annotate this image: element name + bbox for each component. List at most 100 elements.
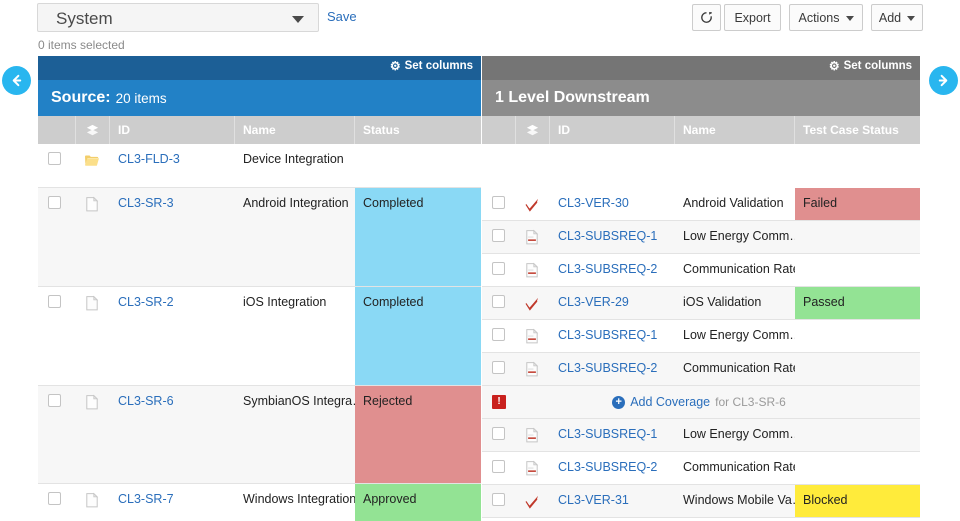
row-checkbox-cell[interactable]: [38, 287, 76, 385]
source-col-type[interactable]: [76, 116, 110, 144]
row-id-link[interactable]: CL3-SUBSREQ-2: [558, 460, 657, 474]
table-row[interactable]: CL3-SUBSREQ-1Low Energy Comm…: [482, 419, 920, 452]
row-checkbox[interactable]: [492, 460, 505, 473]
actions-button[interactable]: Actions: [789, 4, 863, 31]
row-id-link[interactable]: CL3-VER-29: [558, 295, 629, 309]
row-name-cell: Windows Mobile Va…: [675, 485, 795, 517]
plus-circle-icon[interactable]: +: [612, 396, 625, 409]
row-id-link[interactable]: CL3-VER-30: [558, 196, 629, 210]
source-col-status[interactable]: Status: [355, 116, 481, 144]
row-checkbox-cell[interactable]: [482, 419, 516, 451]
downstream-panel-title: 1 Level Downstream: [482, 80, 920, 116]
row-id-link[interactable]: CL3-SR-7: [118, 492, 174, 506]
table-row[interactable]: CL3-SUBSREQ-2Communication Rate: [482, 254, 920, 287]
row-checkbox[interactable]: [492, 361, 505, 374]
row-checkbox[interactable]: [48, 492, 61, 505]
row-checkbox-cell[interactable]: [482, 287, 516, 319]
row-checkbox-cell[interactable]: [482, 485, 516, 517]
export-button[interactable]: Export: [724, 4, 781, 31]
table-row[interactable]: CL3-VER-30Android ValidationFailed: [482, 188, 920, 221]
downstream-col-name[interactable]: Name: [675, 116, 795, 144]
refresh-button[interactable]: [692, 4, 721, 31]
table-row[interactable]: CL3-FLD-3Device Integration: [38, 144, 481, 188]
table-row[interactable]: CL3-SUBSREQ-2Communication Rate: [482, 353, 920, 386]
table-row[interactable]: CL3-SUBSREQ-1 Low Energy Comm…: [482, 320, 920, 353]
row-name-cell: Low Energy Comm…: [675, 320, 795, 352]
row-checkbox[interactable]: [48, 394, 61, 407]
add-coverage-link[interactable]: Add Coverage: [630, 395, 710, 409]
row-checkbox[interactable]: [492, 493, 505, 506]
row-type-cell: [76, 287, 110, 385]
row-checkbox[interactable]: [492, 295, 505, 308]
row-id-link[interactable]: CL3-VER-31: [558, 493, 629, 507]
set-columns-button-source[interactable]: ⚙ Set columns: [390, 60, 473, 72]
row-id-link[interactable]: CL3-SUBSREQ-2: [558, 262, 657, 276]
row-checkbox[interactable]: [48, 152, 61, 165]
add-button[interactable]: Add: [871, 4, 923, 31]
row-checkbox-cell[interactable]: [482, 221, 516, 253]
row-id-link[interactable]: CL3-SUBSREQ-1: [558, 328, 657, 342]
downstream-col-type[interactable]: [516, 116, 550, 144]
layers-icon: [525, 123, 540, 138]
filter-select[interactable]: System: [37, 3, 319, 32]
row-checkbox-cell[interactable]: [482, 320, 516, 352]
row-checkbox-cell[interactable]: [482, 188, 516, 220]
downstream-col-id[interactable]: ID: [550, 116, 675, 144]
row-checkbox-cell[interactable]: [38, 144, 76, 187]
table-row[interactable]: CL3-VER-31Windows Mobile Va…Blocked: [482, 485, 920, 518]
set-columns-label: Set columns: [405, 60, 473, 72]
table-row[interactable]: CL3-SR-2iOS IntegrationCompleted: [38, 287, 481, 386]
add-coverage-row[interactable]: !+Add Coveragefor CL3-SR-6: [482, 386, 920, 419]
source-col-id[interactable]: ID: [110, 116, 235, 144]
items-selected-status: 0 items selected: [38, 38, 125, 52]
row-checkbox-cell[interactable]: [38, 188, 76, 286]
row-id-link[interactable]: CL3-SR-6: [118, 394, 174, 408]
table-row[interactable]: CL3-SUBSREQ-2Communication Rate: [482, 452, 920, 485]
red-check-icon: [524, 493, 540, 510]
row-id-link[interactable]: CL3-SR-3: [118, 196, 174, 210]
table-row[interactable]: CL3-VER-29iOS ValidationPassed: [482, 287, 920, 320]
row-checkbox[interactable]: [492, 262, 505, 275]
row-type-cell: [516, 188, 550, 220]
row-id-cell: CL3-SUBSREQ-2: [550, 452, 675, 484]
row-checkbox-cell[interactable]: [38, 484, 76, 521]
table-row[interactable]: CL3-SUBSREQ-1 Low Energy Comm…: [482, 221, 920, 254]
source-col-name[interactable]: Name: [235, 116, 355, 144]
row-id-link[interactable]: CL3-SUBSREQ-1: [558, 229, 657, 243]
row-checkbox[interactable]: [492, 196, 505, 209]
red-check-icon: [524, 196, 540, 213]
row-checkbox[interactable]: [48, 196, 61, 209]
row-type-cell: [516, 485, 550, 517]
row-id-link[interactable]: CL3-FLD-3: [118, 152, 180, 166]
set-columns-button-downstream[interactable]: ⚙ Set columns: [829, 60, 912, 72]
table-row[interactable]: CL3-SR-7Windows IntegrationApproved: [38, 484, 481, 521]
table-row[interactable]: CL3-SR-3Android IntegrationCompleted: [38, 188, 481, 287]
requirement-document-icon: [524, 361, 540, 378]
scroll-left-button[interactable]: [2, 66, 31, 95]
add-label: Add: [879, 11, 901, 25]
source-col-checkbox[interactable]: [38, 116, 76, 144]
row-name-cell: Low Energy Comm…: [675, 221, 795, 253]
row-checkbox[interactable]: [48, 295, 61, 308]
warning-icon[interactable]: !: [492, 395, 506, 409]
row-checkbox[interactable]: [492, 328, 505, 341]
row-id-link[interactable]: CL3-SR-2: [118, 295, 174, 309]
row-checkbox-cell[interactable]: [482, 452, 516, 484]
table-row[interactable]: CL3-SR-6SymbianOS Integra…Rejected: [38, 386, 481, 484]
row-checkbox-cell[interactable]: [482, 353, 516, 385]
row-type-cell: [76, 144, 110, 187]
row-id-cell: CL3-SR-2: [110, 287, 235, 385]
source-panel-title: Source: 20 items: [38, 80, 481, 116]
downstream-col-teststatus[interactable]: Test Case Status: [795, 116, 920, 144]
row-test-status-cell: [795, 221, 920, 253]
scroll-right-button[interactable]: [929, 66, 958, 95]
save-link[interactable]: Save: [327, 9, 357, 24]
row-checkbox-cell[interactable]: [38, 386, 76, 483]
row-checkbox-cell[interactable]: [482, 254, 516, 286]
row-id-cell: CL3-SR-7: [110, 484, 235, 521]
downstream-col-checkbox[interactable]: [482, 116, 516, 144]
row-id-link[interactable]: CL3-SUBSREQ-1: [558, 427, 657, 441]
row-id-link[interactable]: CL3-SUBSREQ-2: [558, 361, 657, 375]
row-checkbox[interactable]: [492, 427, 505, 440]
row-checkbox[interactable]: [492, 229, 505, 242]
